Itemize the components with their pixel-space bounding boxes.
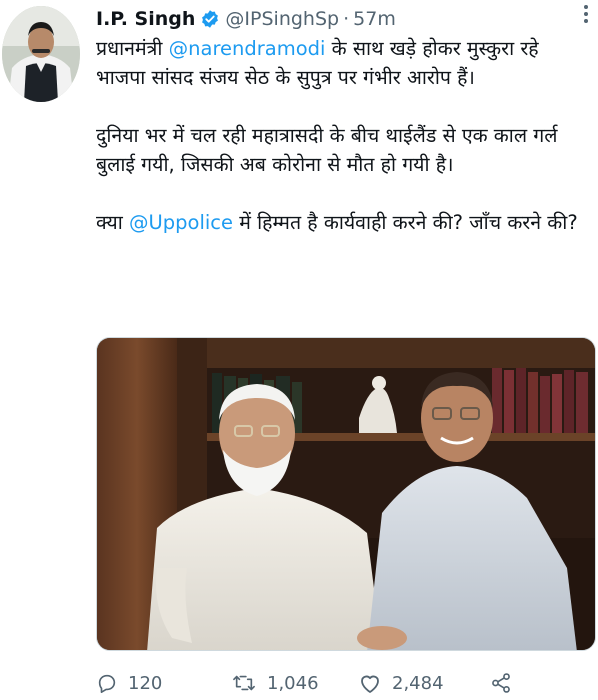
- reply-button[interactable]: 120: [96, 668, 162, 698]
- mention-link-uppolice[interactable]: @Uppolice: [129, 211, 233, 234]
- verified-badge-icon: [200, 9, 220, 29]
- more-options-icon[interactable]: [578, 2, 594, 26]
- retweet-icon: [233, 675, 255, 691]
- author-name[interactable]: I.P. Singh: [96, 8, 195, 30]
- like-button[interactable]: 2,484: [358, 668, 444, 698]
- retweet-count: 1,046: [267, 672, 319, 694]
- separator-dot: ·: [343, 8, 350, 30]
- heart-icon: [361, 675, 379, 693]
- tweet-timestamp[interactable]: 57m: [353, 8, 396, 30]
- tweet-header: I.P. Singh @IPSinghSp · 57m: [96, 6, 588, 32]
- text-segment: क्या: [96, 211, 129, 234]
- tweet-photo[interactable]: [96, 337, 596, 651]
- retweet-button[interactable]: 1,046: [231, 668, 319, 698]
- tweet-paragraph-3: क्या @Uppolice में हिम्मत है कार्यवाही क…: [96, 208, 590, 237]
- mention-link-narendramodi[interactable]: @narendramodi: [169, 37, 326, 60]
- tweet-text: प्रधानमंत्री @narendramodi के साथ खड़े ह…: [96, 34, 590, 237]
- text-segment: में हिम्मत है कार्यवाही करने की? जाँच कर…: [233, 211, 578, 234]
- avatar[interactable]: [2, 6, 80, 102]
- tweet-paragraph-1: प्रधानमंत्री @narendramodi के साथ खड़े ह…: [96, 34, 590, 92]
- share-button[interactable]: [490, 668, 522, 698]
- author-handle[interactable]: @IPSinghSp: [225, 8, 339, 30]
- reply-icon: [98, 674, 116, 693]
- tweet-actions: 120 1,046 2,484: [96, 668, 596, 698]
- like-count: 2,484: [392, 672, 444, 694]
- reply-count: 120: [128, 672, 163, 694]
- share-icon: [492, 673, 510, 693]
- avatar-image: [2, 6, 80, 102]
- photo-image: [97, 338, 595, 650]
- tweet-card[interactable]: I.P. Singh @IPSinghSp · 57m प्रधानमंत्री…: [0, 0, 598, 700]
- text-segment: प्रधानमंत्री: [96, 37, 169, 60]
- tweet-paragraph-2: दुनिया भर में चल रही महात्रासदी के बीच थ…: [96, 124, 558, 176]
